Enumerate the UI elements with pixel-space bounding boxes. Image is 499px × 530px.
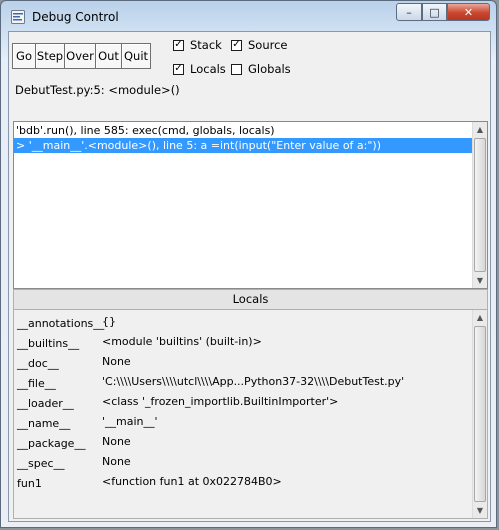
local-name: __annotations__ bbox=[17, 317, 105, 330]
locals-row: __loader__ <class '_frozen_importlib.Bui… bbox=[14, 392, 472, 412]
stack-scroll-thumb[interactable] bbox=[474, 138, 486, 272]
local-value: 'C:\\\\Users\\\\utcl\\\\App...Python37-3… bbox=[102, 375, 405, 388]
locals-row: __builtins__ <module 'builtins' (built-i… bbox=[14, 332, 472, 352]
locals-row: __name__ '__main__' bbox=[14, 412, 472, 432]
locals-row: __file__ 'C:\\\\Users\\\\utcl\\\\App...P… bbox=[14, 372, 472, 392]
locals-row: __doc__ None bbox=[14, 352, 472, 372]
local-value: <class '_frozen_importlib.BuiltinImporte… bbox=[102, 395, 339, 408]
over-button[interactable]: Over bbox=[64, 43, 96, 69]
source-checkbox-label: Source bbox=[248, 38, 288, 52]
scroll-down-arrow-icon[interactable]: ▼ bbox=[473, 503, 487, 518]
locals-scrollbar[interactable]: ▲ ▼ bbox=[472, 310, 487, 518]
source-checkbox[interactable]: ✓ Source bbox=[231, 38, 288, 52]
quit-button[interactable]: Quit bbox=[121, 43, 151, 69]
local-name: __file__ bbox=[17, 377, 56, 390]
local-name: __doc__ bbox=[17, 357, 59, 370]
locals-row: __annotations__ {} bbox=[14, 312, 472, 332]
stack-listbox[interactable]: 'bdb'.run(), line 585: exec(cmd, globals… bbox=[13, 121, 488, 289]
control-button-bar: Go Step Over Out Quit bbox=[12, 43, 151, 69]
source-check-icon: ✓ bbox=[231, 39, 242, 51]
debug-control-window: Debug Control – □ ✕ Go Step Over Out Qui… bbox=[0, 0, 497, 528]
locals-row: __spec__ None bbox=[14, 452, 472, 472]
close-icon: ✕ bbox=[463, 5, 474, 19]
globals-check-icon bbox=[231, 63, 242, 75]
stack-frame-row[interactable]: 'bdb'.run(), line 585: exec(cmd, globals… bbox=[14, 123, 275, 138]
locals-panel: __annotations__ {} __builtins__ <module … bbox=[13, 310, 488, 519]
step-button[interactable]: Step bbox=[35, 43, 65, 69]
local-value: <function fun1 at 0x022784B0> bbox=[102, 475, 282, 488]
local-name: __builtins__ bbox=[17, 337, 80, 350]
scroll-down-arrow-icon[interactable]: ▼ bbox=[473, 273, 487, 288]
app-icon bbox=[11, 10, 25, 24]
locals-checkbox[interactable]: ✓ Locals bbox=[173, 62, 226, 76]
local-value: None bbox=[102, 355, 131, 368]
title-bar[interactable]: Debug Control – □ ✕ bbox=[1, 1, 496, 31]
locals-row: fun1 <function fun1 at 0x022784B0> bbox=[14, 472, 472, 492]
stack-checkbox[interactable]: ✓ Stack bbox=[173, 38, 222, 52]
scroll-up-arrow-icon[interactable]: ▲ bbox=[473, 310, 487, 325]
local-name: __spec__ bbox=[17, 457, 65, 470]
stack-check-icon: ✓ bbox=[173, 39, 184, 51]
maximize-button[interactable]: □ bbox=[422, 3, 447, 21]
local-value: {} bbox=[102, 315, 116, 328]
minimize-button[interactable]: – bbox=[396, 3, 422, 21]
stack-checkbox-label: Stack bbox=[190, 38, 222, 52]
local-value: <module 'builtins' (built-in)> bbox=[102, 335, 262, 348]
close-button[interactable]: ✕ bbox=[447, 3, 490, 21]
locals-header: Locals bbox=[13, 289, 488, 310]
local-name: __name__ bbox=[17, 417, 71, 430]
local-name: __loader__ bbox=[17, 397, 74, 410]
local-value: None bbox=[102, 435, 131, 448]
locals-scroll-thumb[interactable] bbox=[474, 326, 486, 502]
globals-checkbox-label: Globals bbox=[248, 62, 291, 76]
locals-row: __package__ None bbox=[14, 432, 472, 452]
local-value: None bbox=[102, 455, 131, 468]
local-value: '__main__' bbox=[102, 415, 158, 428]
local-name: __package__ bbox=[17, 437, 86, 450]
local-name: fun1 bbox=[17, 477, 42, 490]
go-button[interactable]: Go bbox=[12, 43, 36, 69]
window-title: Debug Control bbox=[32, 10, 119, 24]
out-button[interactable]: Out bbox=[95, 43, 122, 69]
minimize-icon: – bbox=[406, 5, 412, 19]
globals-checkbox[interactable]: Globals bbox=[231, 62, 291, 76]
maximize-icon: □ bbox=[429, 5, 440, 19]
locals-check-icon: ✓ bbox=[173, 63, 184, 75]
locals-checkbox-label: Locals bbox=[190, 62, 226, 76]
client-area: Go Step Over Out Quit ✓ Stack ✓ Source ✓… bbox=[8, 31, 491, 522]
stack-frame-row-selected[interactable]: > '__main__'.<module>(), line 5: a =int(… bbox=[14, 138, 472, 153]
scroll-up-arrow-icon[interactable]: ▲ bbox=[473, 122, 487, 137]
current-location-label: DebutTest.py:5: <module>() bbox=[15, 83, 180, 97]
stack-scrollbar[interactable]: ▲ ▼ bbox=[472, 122, 487, 288]
